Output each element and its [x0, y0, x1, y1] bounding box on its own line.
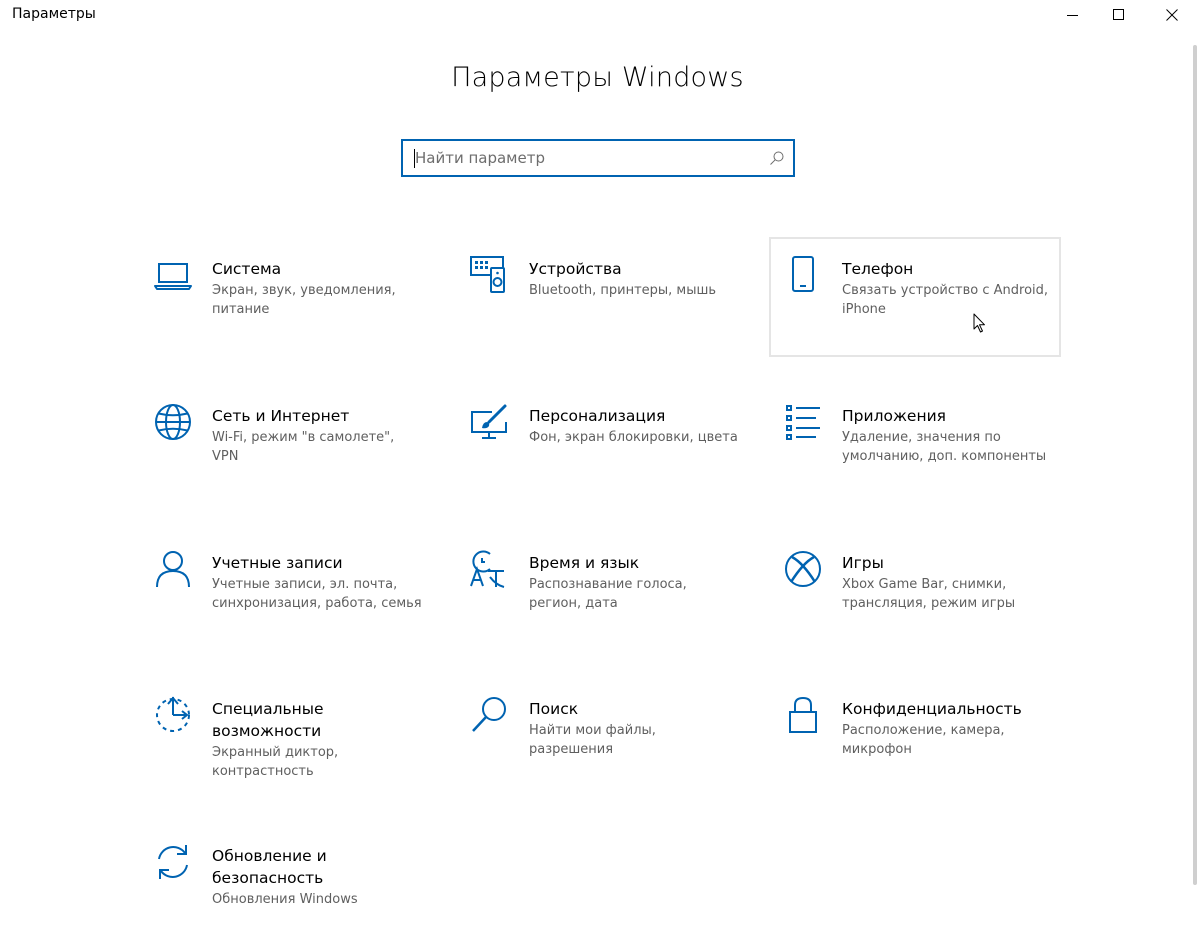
tile-description: Расположение, камера, микрофон: [842, 723, 1005, 757]
settings-window: Параметры Параметры Windows Найти параме…: [0, 0, 1200, 930]
maximize-button[interactable]: [1096, 0, 1142, 30]
xbox-icon: [783, 549, 823, 589]
personalization-icon: [470, 402, 510, 442]
tile-phone[interactable]: Телефон Связать устройство с Android, iP…: [769, 237, 1061, 357]
tile-description: Фон, экран блокировки, цвета: [529, 430, 738, 445]
globe-icon: [153, 402, 193, 442]
tile-accounts[interactable]: Учетные записи Учетные записи, эл. почта…: [139, 531, 431, 651]
tile-update-security[interactable]: Обновление и безопасность Обновления Win…: [139, 824, 431, 930]
tile-name: Устройства: [529, 260, 622, 278]
accessibility-icon: [153, 695, 193, 735]
tile-description: Обновления Windows: [212, 892, 358, 907]
time-language-icon: [470, 549, 510, 589]
tile-accessibility[interactable]: Специальные возможности Экранный диктор,…: [139, 677, 431, 797]
tile-devices[interactable]: Устройства Bluetooth, принтеры, мышь: [456, 237, 748, 357]
scrollbar[interactable]: [1193, 45, 1197, 885]
tile-personalization[interactable]: Персонализация Фон, экран блокировки, цв…: [456, 384, 748, 504]
lock-icon: [783, 695, 823, 735]
tile-name: Сеть и Интернет: [212, 407, 350, 425]
tile-name: Время и язык: [529, 554, 640, 572]
tile-name: Телефон: [842, 260, 914, 278]
tile-name: Учетные записи: [212, 554, 343, 572]
tile-name: Специальные возможности: [212, 700, 324, 740]
search-input[interactable]: [415, 141, 755, 175]
close-button[interactable]: [1149, 0, 1195, 30]
tile-gaming[interactable]: Игры Xbox Game Bar, снимки, трансляция, …: [769, 531, 1061, 651]
tile-description: Xbox Game Bar, снимки, трансляция, режим…: [842, 577, 1016, 611]
tile-description: Bluetooth, принтеры, мышь: [529, 283, 717, 298]
tile-name: Поиск: [529, 700, 579, 718]
tile-name: Персонализация: [529, 407, 666, 425]
mouse-cursor-icon: [973, 313, 985, 333]
tile-description: Распознавание голоса, регион, дата: [529, 577, 687, 611]
search-icon[interactable]: [769, 150, 785, 166]
tile-name: Конфиденциальность: [842, 700, 1022, 718]
tile-name: Обновление и безопасность: [212, 847, 327, 887]
tile-network[interactable]: Сеть и Интернет Wi-Fi, режим "в самолете…: [139, 384, 431, 504]
tile-description: Найти мои файлы, разрешения: [529, 723, 656, 757]
tile-description: Учетные записи, эл. почта, синхронизация…: [212, 577, 422, 611]
tile-description: Связать устройство с Android, iPhone: [842, 283, 1049, 317]
phone-icon: [783, 255, 823, 295]
tile-description: Wi-Fi, режим "в самолете", VPN: [212, 430, 395, 464]
window-title: Параметры: [12, 6, 96, 22]
minimize-button[interactable]: [1050, 0, 1096, 30]
apps-list-icon: [783, 402, 823, 442]
page-title: Параметры Windows: [451, 62, 744, 93]
laptop-icon: [153, 255, 193, 295]
text-caret: [414, 149, 415, 168]
update-icon: [153, 842, 193, 882]
tile-search[interactable]: Поиск Найти мои файлы, разрешения: [456, 677, 748, 797]
close-icon: [1166, 9, 1178, 21]
tile-system[interactable]: Система Экран, звук, уведомления, питани…: [139, 237, 431, 357]
tile-description: Экран, звук, уведомления, питание: [212, 283, 396, 317]
tile-name: Игры: [842, 554, 884, 572]
tile-time-language[interactable]: Время и язык Распознавание голоса, регио…: [456, 531, 748, 651]
title-bar: Параметры: [0, 0, 1200, 30]
search-box[interactable]: [401, 139, 795, 177]
tile-apps[interactable]: Приложения Удаление, значения по умолчан…: [769, 384, 1061, 504]
search-icon: [470, 695, 510, 735]
maximize-icon: [1113, 9, 1124, 20]
devices-icon: [470, 255, 510, 295]
minimize-icon: [1067, 15, 1078, 16]
tile-description: Экранный диктор, контрастность: [212, 745, 339, 779]
tile-privacy[interactable]: Конфиденциальность Расположение, камера,…: [769, 677, 1061, 797]
tile-name: Приложения: [842, 407, 946, 425]
tile-description: Удаление, значения по умолчанию, доп. ко…: [842, 430, 1047, 464]
person-icon: [153, 549, 193, 589]
tile-name: Система: [212, 260, 282, 278]
